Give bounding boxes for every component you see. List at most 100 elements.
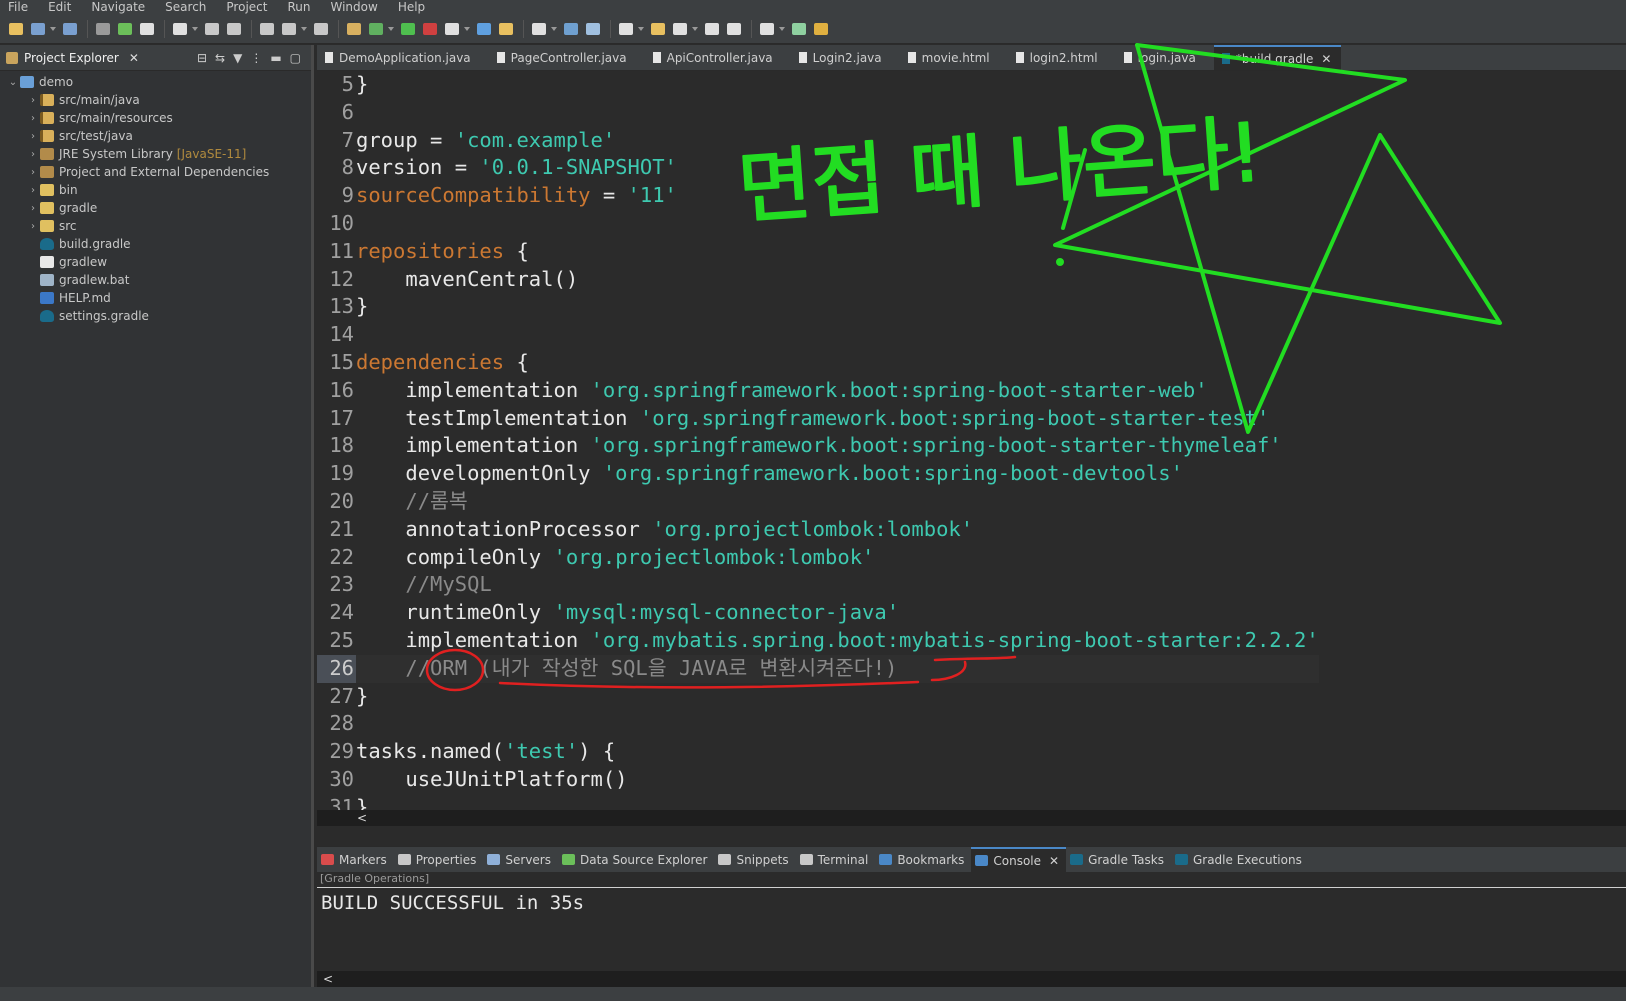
toolbar-button-icon[interactable] bbox=[311, 19, 331, 39]
menu-window[interactable]: Window bbox=[322, 0, 389, 15]
bottom-tab-terminal[interactable]: Terminal bbox=[796, 847, 876, 872]
editor-tab[interactable]: ApiController.java bbox=[645, 45, 783, 70]
bottom-tab-markers[interactable]: Markers bbox=[317, 847, 394, 872]
code-line[interactable]: 24 runtimeOnly 'mysql:mysql-connector-ja… bbox=[317, 599, 1319, 627]
tree-item[interactable]: › bin bbox=[0, 181, 311, 199]
toolbar-button-icon[interactable] bbox=[279, 19, 299, 39]
filter-icon[interactable]: ▼ bbox=[233, 51, 242, 65]
chevron-right-icon[interactable]: › bbox=[26, 167, 40, 178]
tree-item[interactable]: › src/test/java bbox=[0, 127, 311, 145]
code-line[interactable]: 13} bbox=[317, 293, 1319, 321]
toolbar-button-icon[interactable] bbox=[648, 19, 668, 39]
toolbar-button-icon[interactable] bbox=[344, 19, 364, 39]
toolbar-button-icon[interactable] bbox=[257, 19, 277, 39]
tree-item[interactable]: HELP.md bbox=[0, 289, 311, 307]
code-line[interactable]: 9 sourceCompatibility = '11' bbox=[317, 182, 1319, 210]
code-line[interactable]: 15 dependencies { bbox=[317, 349, 1319, 377]
toolbar-button-icon[interactable] bbox=[137, 19, 157, 39]
editor-tab[interactable]: PageController.java bbox=[489, 45, 637, 70]
dropdown-arrow-icon[interactable] bbox=[301, 27, 307, 31]
code-line[interactable]: 27} bbox=[317, 683, 1319, 711]
chevron-down-icon[interactable]: ⌄ bbox=[6, 77, 20, 88]
code-line[interactable]: 30 useJUnitPlatform() bbox=[317, 766, 1319, 794]
close-icon[interactable]: ✕ bbox=[1049, 854, 1059, 868]
code-line[interactable]: 22 compileOnly 'org.projectlombok:lombok… bbox=[317, 544, 1319, 572]
link-with-editor-icon[interactable]: ⇆ bbox=[215, 51, 225, 65]
chevron-right-icon[interactable]: › bbox=[26, 131, 40, 142]
code-line[interactable]: 14 bbox=[317, 321, 1319, 349]
toolbar-button-icon[interactable] bbox=[724, 19, 744, 39]
code-line[interactable]: 11 repositories { bbox=[317, 238, 1319, 266]
code-line[interactable]: 12 mavenCentral() bbox=[317, 266, 1319, 294]
chevron-right-icon[interactable]: › bbox=[26, 185, 40, 196]
toolbar-button-icon[interactable] bbox=[170, 19, 190, 39]
code-line[interactable]: 5} bbox=[317, 71, 1319, 99]
editor-tab[interactable]: login.java bbox=[1116, 45, 1206, 70]
bottom-tab-gradle-executions[interactable]: Gradle Executions bbox=[1171, 847, 1309, 872]
editor-tab[interactable]: login2.html bbox=[1008, 45, 1108, 70]
dropdown-arrow-icon[interactable] bbox=[464, 27, 470, 31]
editor-tab[interactable]: *build.gradle ✕ bbox=[1213, 45, 1342, 70]
toolbar-button-icon[interactable] bbox=[789, 19, 809, 39]
code-area[interactable]: 5} 6 7 group = 'com.example' 8 version = '0.0… bbox=[317, 71, 1319, 822]
bottom-tab-properties[interactable]: Properties bbox=[394, 847, 484, 872]
code-line[interactable]: 26 //ORM (내가 작성한 SQL을 JAVA로 변환시켜준다!) bbox=[317, 654, 1319, 683]
editor-tab[interactable]: movie.html bbox=[900, 45, 1000, 70]
code-line[interactable]: 25 implementation 'org.mybatis.spring.bo… bbox=[317, 627, 1318, 655]
toolbar-button-icon[interactable] bbox=[442, 19, 462, 39]
tree-item[interactable]: › src/main/resources bbox=[0, 109, 311, 127]
toolbar-button-icon[interactable] bbox=[702, 19, 722, 39]
project-explorer-title[interactable]: Project Explorer bbox=[24, 51, 119, 65]
dropdown-arrow-icon[interactable] bbox=[638, 27, 644, 31]
toolbar-button-icon[interactable] bbox=[616, 19, 636, 39]
toolbar-button-icon[interactable] bbox=[561, 19, 581, 39]
toolbar-button-icon[interactable] bbox=[529, 19, 549, 39]
code-line[interactable]: 8 version = '0.0.1-SNAPSHOT' bbox=[317, 154, 1319, 182]
bottom-tab-gradle-tasks[interactable]: Gradle Tasks bbox=[1066, 847, 1171, 872]
editor-horizontal-scrollbar[interactable]: < bbox=[317, 810, 1626, 826]
code-line[interactable]: 7 group = 'com.example' bbox=[317, 127, 1319, 155]
collapse-all-icon[interactable]: ⊟ bbox=[197, 51, 207, 65]
bottom-tab-bookmarks[interactable]: Bookmarks bbox=[875, 847, 971, 872]
editor-tab[interactable]: Login2.java bbox=[791, 45, 892, 70]
toolbar-button-icon[interactable] bbox=[202, 19, 222, 39]
menu-project[interactable]: Project bbox=[218, 0, 279, 15]
menu-run[interactable]: Run bbox=[279, 0, 322, 15]
dropdown-arrow-icon[interactable] bbox=[192, 27, 198, 31]
toolbar-button-icon[interactable] bbox=[398, 19, 418, 39]
menu-navigate[interactable]: Navigate bbox=[83, 0, 157, 15]
menu-edit[interactable]: Edit bbox=[40, 0, 83, 15]
bottom-tab-snippets[interactable]: Snippets bbox=[714, 847, 795, 872]
chevron-right-icon[interactable]: › bbox=[26, 149, 40, 160]
tree-item[interactable]: › src/main/java bbox=[0, 91, 311, 109]
menu-file[interactable]: File bbox=[0, 0, 40, 15]
close-icon[interactable]: ✕ bbox=[1321, 52, 1331, 66]
menu-search[interactable]: Search bbox=[157, 0, 218, 15]
toolbar-button-icon[interactable] bbox=[474, 19, 494, 39]
scroll-left-icon[interactable]: < bbox=[323, 972, 333, 986]
toolbar-button-icon[interactable] bbox=[93, 19, 113, 39]
code-editor[interactable]: 5} 6 7 group = 'com.example' 8 version = '0.0… bbox=[317, 71, 1626, 826]
toolbar-button-icon[interactable] bbox=[757, 19, 777, 39]
tree-item[interactable]: ⌄ demo bbox=[0, 73, 311, 91]
code-line[interactable]: 16 implementation 'org.springframework.b… bbox=[317, 377, 1319, 405]
code-line[interactable]: 29 tasks.named('test') { bbox=[317, 738, 1319, 766]
scroll-left-icon[interactable]: < bbox=[357, 811, 367, 825]
toolbar-button-icon[interactable] bbox=[60, 19, 80, 39]
console-horizontal-scrollbar[interactable]: < bbox=[317, 971, 1626, 987]
toolbar-button-icon[interactable] bbox=[496, 19, 516, 39]
toolbar-button-icon[interactable] bbox=[6, 19, 26, 39]
toolbar-button-icon[interactable] bbox=[420, 19, 440, 39]
code-line[interactable]: 20 //롬복 bbox=[317, 488, 1319, 516]
code-line[interactable]: 18 implementation 'org.springframework.b… bbox=[317, 432, 1319, 460]
bottom-tab-data-source-explorer[interactable]: Data Source Explorer bbox=[558, 847, 714, 872]
tree-item[interactable]: gradlew.bat bbox=[0, 271, 311, 289]
code-line[interactable]: 6 bbox=[317, 99, 1319, 127]
tree-item[interactable]: build.gradle bbox=[0, 235, 311, 253]
code-line[interactable]: 17 testImplementation 'org.springframewo… bbox=[317, 405, 1319, 433]
code-line[interactable]: 19 developmentOnly 'org.springframework.… bbox=[317, 460, 1319, 488]
tree-item[interactable]: › Project and External Dependencies bbox=[0, 163, 311, 181]
tree-item[interactable]: › gradle bbox=[0, 199, 311, 217]
tree-item[interactable]: settings.gradle bbox=[0, 307, 311, 325]
bottom-tab-servers[interactable]: Servers bbox=[483, 847, 558, 872]
